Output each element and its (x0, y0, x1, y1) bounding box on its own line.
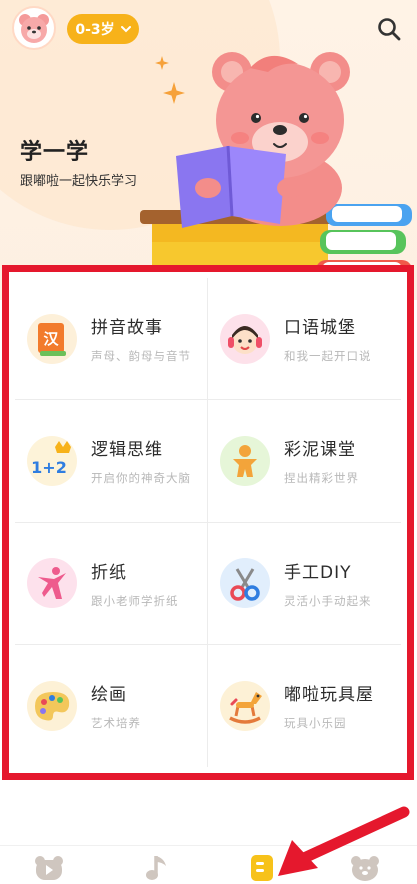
course-desc: 和我一起开口说 (284, 349, 372, 364)
nav-item-music[interactable] (141, 854, 171, 882)
course-title: 口语城堡 (284, 318, 356, 339)
course-item-origami[interactable]: 折纸 跟小老师学折纸 (15, 522, 208, 645)
course-item-logic[interactable]: 1+2 逻辑思维 开启你的神奇大脑 (15, 400, 208, 523)
header-banner: 0-3岁 学一学 跟嘟啦一起快乐学习 (0, 0, 417, 300)
course-desc: 玩具小乐园 (284, 716, 347, 731)
course-title: 彩泥课堂 (284, 440, 356, 461)
bear-play-icon (35, 856, 63, 880)
svg-text:1+2: 1+2 (31, 458, 67, 477)
age-label: 0-3岁 (75, 22, 115, 38)
chevron-down-icon (120, 26, 131, 33)
course-grid: 汉 拼音故事 声母、韵母与音节 口语城堡 和我一起开口说 1+2 逻辑思维 开启… (15, 278, 401, 767)
course-item-pinyin[interactable]: 汉 拼音故事 声母、韵母与音节 (15, 278, 208, 401)
avatar[interactable] (12, 6, 56, 50)
course-desc: 灵活小手动起来 (284, 593, 372, 608)
clay-figure-icon (220, 435, 270, 486)
music-note-icon (146, 856, 166, 880)
age-select-button[interactable]: 0-3岁 (67, 14, 139, 44)
course-desc: 跟小老师学折纸 (91, 593, 179, 608)
scissors-icon (220, 558, 270, 609)
math-crown-icon: 1+2 (27, 435, 77, 486)
course-grid-highlight: 汉 拼音故事 声母、韵母与音节 口语城堡 和我一起开口说 1+2 逻辑思维 开启… (2, 265, 414, 780)
page-subtitle: 跟嘟啦一起快乐学习 (20, 174, 138, 189)
dancer-origami-icon (27, 558, 77, 609)
course-title: 手工DIY (284, 562, 352, 583)
course-item-toyhouse[interactable]: 嘟啦玩具屋 玩具小乐园 (208, 645, 401, 767)
course-item-drawing[interactable]: 绘画 艺术培养 (15, 644, 208, 767)
course-title: 嘟啦玩具屋 (284, 685, 374, 706)
course-item-handcraft[interactable]: 手工DIY 灵活小手动起来 (208, 523, 401, 645)
svg-text:汉: 汉 (43, 330, 59, 348)
bear-avatar-icon (19, 14, 49, 43)
rocking-horse-icon (220, 680, 270, 731)
page-title: 学一学 (20, 140, 90, 165)
palette-icon (27, 680, 77, 731)
course-desc: 开启你的神奇大脑 (91, 471, 191, 486)
course-item-speaking[interactable]: 口语城堡 和我一起开口说 (208, 278, 401, 401)
girl-headphones-icon (220, 313, 270, 364)
course-desc: 艺术培养 (91, 716, 141, 731)
course-title: 逻辑思维 (91, 440, 163, 461)
course-desc: 声母、韵母与音节 (91, 349, 191, 364)
course-title: 折纸 (91, 562, 127, 583)
bear-mascot-illustration (140, 52, 412, 294)
course-desc: 捏出精彩世界 (284, 471, 359, 486)
nav-item-play[interactable] (34, 854, 64, 882)
course-item-clay[interactable]: 彩泥课堂 捏出精彩世界 (208, 400, 401, 523)
course-title: 拼音故事 (91, 318, 163, 339)
annotation-arrow-icon (278, 806, 410, 876)
chinese-book-icon: 汉 (27, 313, 77, 364)
course-title: 绘画 (91, 685, 127, 706)
